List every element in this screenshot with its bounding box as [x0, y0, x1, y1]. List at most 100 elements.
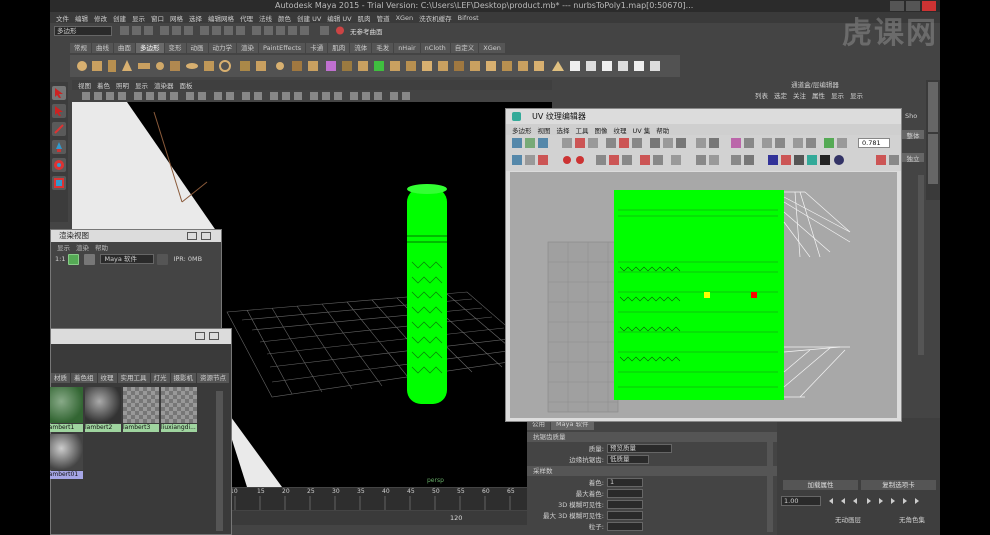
hypershade-maximize-button[interactable] — [209, 332, 219, 340]
viewport-menu-lighting[interactable]: 照明 — [116, 80, 129, 90]
side-tab-attribute-editor[interactable] — [928, 134, 938, 184]
edge-aa-dropdown[interactable]: 低质量 — [607, 454, 649, 464]
uv-canvas[interactable] — [510, 172, 897, 418]
render-menu-display[interactable]: 显示 — [57, 242, 70, 252]
uv-menu-image[interactable]: 图像 — [595, 125, 608, 135]
menu-normals[interactable]: 法线 — [259, 13, 272, 23]
shelf-tab-general[interactable]: 常规 — [70, 43, 91, 53]
shelf-tab-deformation[interactable]: 变形 — [164, 43, 186, 53]
menu-create[interactable]: 创建 — [113, 13, 126, 23]
move-tool-icon[interactable] — [52, 140, 66, 154]
range-slider[interactable] — [230, 511, 560, 525]
channel-menu-list[interactable]: 列表 — [755, 90, 768, 102]
hypershade-minimize-button[interactable] — [195, 332, 205, 340]
uv-menu-tool[interactable]: 工具 — [576, 125, 589, 135]
menu-color[interactable]: 颜色 — [278, 13, 291, 23]
menu-window[interactable]: 窗口 — [151, 13, 164, 23]
uv-menu-polygons[interactable]: 多边形 — [512, 125, 532, 135]
uv-menu-view[interactable]: 视图 — [538, 125, 551, 135]
menu-edit-mesh[interactable]: 编辑网格 — [208, 13, 234, 23]
viewport-menu-panels[interactable]: 面板 — [180, 80, 193, 90]
menu-pipeline[interactable]: 管道 — [377, 13, 390, 23]
uv-menu-textures[interactable]: 纹理 — [614, 125, 627, 135]
shelf-tab-polygons[interactable]: 多边形 — [136, 43, 164, 53]
uv-value-field[interactable]: 0.781 — [858, 138, 890, 148]
shelf-tab-nhair[interactable]: nHair — [394, 43, 420, 53]
uv-point-yellow[interactable] — [704, 292, 710, 298]
shading-field[interactable]: 1 — [607, 477, 643, 487]
render-ratio[interactable]: 1:1 — [55, 255, 65, 263]
shelf-tab-fluids[interactable]: 流体 — [350, 43, 372, 53]
scale-tool-icon[interactable] — [52, 176, 66, 190]
side-tab-channel-box[interactable] — [928, 82, 938, 132]
channel-menu-attributes[interactable]: 属性 — [812, 90, 825, 102]
uv-shell[interactable] — [614, 190, 784, 400]
menu-select[interactable]: 选择 — [189, 13, 202, 23]
current-frame-field[interactable]: 1.00 — [781, 496, 821, 506]
time-slider[interactable]: 10 15 20 25 30 35 40 45 50 55 60 65 — [230, 488, 560, 510]
shelf-tab-curves[interactable]: 曲线 — [92, 43, 113, 53]
menu-display[interactable]: 显示 — [132, 13, 145, 23]
channel-scrollbar[interactable] — [918, 175, 924, 355]
shelf-tab-dynamics[interactable]: 动力学 — [208, 43, 236, 53]
menu-proxy[interactable]: 代理 — [240, 13, 253, 23]
channel-menu-display[interactable]: 显示 — [850, 90, 863, 102]
particles-field[interactable] — [607, 521, 643, 531]
render-view-minimize-button[interactable] — [187, 232, 197, 240]
swatch-lambert1[interactable] — [50, 387, 83, 423]
viewport-menu-shading[interactable]: 着色 — [97, 80, 110, 90]
channel-field-independent[interactable]: 独立 — [902, 153, 924, 163]
shelf-tab-custom[interactable]: 自定义 — [450, 43, 479, 53]
shelf-tab-rendering[interactable]: 渲染 — [237, 43, 258, 53]
select-tool-icon[interactable] — [52, 86, 66, 100]
hs-tab-utilities[interactable]: 实用工具 — [117, 373, 150, 383]
viewport-menu-renderer[interactable]: 渲染器 — [154, 80, 174, 90]
hs-tab-textures[interactable]: 纹理 — [97, 373, 117, 383]
green-cylinder-mesh[interactable] — [407, 184, 447, 404]
shelf-tab-muscle[interactable]: 肌肉 — [328, 43, 350, 53]
copy-tab-button[interactable]: 复制选项卡 — [861, 480, 936, 490]
anim-layer-selector[interactable]: 无动画层 — [835, 514, 861, 524]
hs-tab-asset-nodes[interactable]: 资源节点 — [197, 373, 229, 383]
mode-selector[interactable]: 多边形 — [54, 26, 112, 36]
range-end-value[interactable]: 120 — [450, 514, 462, 522]
channel-menu-selected[interactable]: 选定 — [774, 90, 787, 102]
quality-dropdown[interactable]: 预览质量 — [607, 443, 672, 453]
uv-menu-select[interactable]: 选择 — [557, 125, 570, 135]
shelf-tool-icons[interactable] — [70, 55, 680, 77]
render-settings-scrollbar[interactable] — [767, 432, 773, 532]
uv-toolbar-icons[interactable] — [506, 135, 901, 171]
channel-menu-focus[interactable]: 关注 — [793, 90, 806, 102]
ipr-render-icon[interactable] — [84, 253, 96, 265]
rotate-tool-icon[interactable] — [52, 158, 66, 172]
renderer-dropdown[interactable]: Maya 软件 — [100, 254, 155, 264]
render-view-maximize-button[interactable] — [201, 232, 211, 240]
hypershade-scrollbar[interactable] — [216, 391, 223, 531]
menu-create-uv[interactable]: 创建 UV — [297, 13, 321, 23]
uv-menu-help[interactable]: 帮助 — [656, 125, 669, 135]
playback-controls[interactable] — [827, 496, 937, 506]
max-blur-visibility-field[interactable] — [607, 510, 643, 520]
paint-select-tool-icon[interactable] — [52, 122, 66, 136]
shelf-tab-animation[interactable]: 动画 — [186, 43, 208, 53]
uv-menu-uv-sets[interactable]: UV 集 — [633, 125, 651, 135]
menu-edit[interactable]: 编辑 — [75, 13, 88, 23]
swatch-lambert2[interactable] — [85, 387, 121, 423]
swatch-custom[interactable] — [161, 387, 197, 423]
shelf-tab-fur[interactable]: 毛发 — [372, 43, 394, 53]
character-set-selector[interactable]: 无角色集 — [899, 514, 925, 524]
uv-point-red[interactable] — [751, 292, 757, 298]
hs-tab-shading-groups[interactable]: 着色组 — [71, 373, 97, 383]
lasso-tool-icon[interactable] — [52, 104, 66, 118]
menu-cache[interactable]: 洗衣机缓存 — [419, 13, 452, 23]
load-attributes-button[interactable]: 加载属性 — [783, 480, 858, 490]
hs-tab-lights[interactable]: 灯光 — [150, 373, 170, 383]
swatch-lambert01[interactable] — [50, 434, 83, 470]
blur-visibility-field[interactable] — [607, 499, 643, 509]
shelf-tab-painteffects[interactable]: PaintEffects — [259, 43, 306, 53]
shelf-tab-ncloth[interactable]: nCloth — [420, 43, 450, 53]
viewport-menu-view[interactable]: 视图 — [78, 80, 91, 90]
shelf-tab-xgen[interactable]: XGen — [479, 43, 505, 53]
shelf-tab-toon[interactable]: 卡通 — [306, 43, 328, 53]
hs-tab-materials[interactable]: 材质 — [51, 373, 70, 383]
